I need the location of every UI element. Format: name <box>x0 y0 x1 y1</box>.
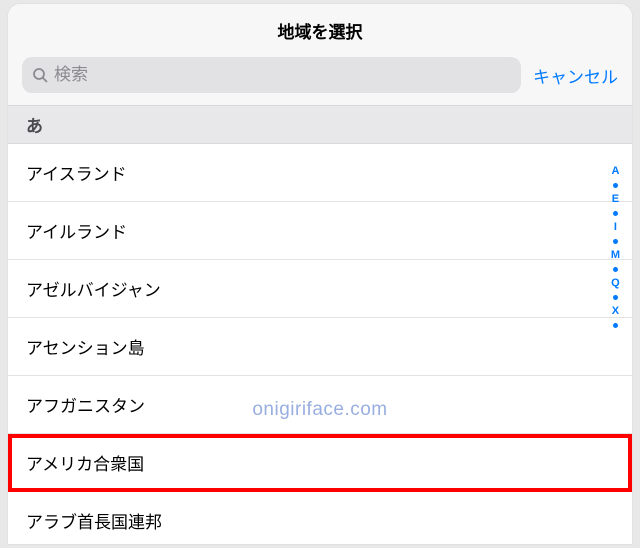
list-item[interactable]: アラブ首長国連邦 <box>8 492 632 544</box>
list-item[interactable]: アセンション島 <box>8 318 632 376</box>
search-row: キャンセル <box>8 53 632 105</box>
search-box[interactable] <box>22 57 521 93</box>
list-item[interactable]: アフガニスタン <box>8 376 632 434</box>
index-letter[interactable]: E <box>608 192 623 207</box>
list-item-label: アメリカ合衆国 <box>26 455 144 474</box>
list-item[interactable]: アゼルバイジャン <box>8 260 632 318</box>
list-item[interactable]: アイルランド <box>8 202 632 260</box>
list-item-label: アラブ首長国連邦 <box>26 513 162 532</box>
list-item-label: アゼルバイジャン <box>26 281 161 300</box>
page-title: 地域を選択 <box>8 18 632 43</box>
search-icon <box>32 67 48 83</box>
index-letter[interactable]: X <box>608 304 623 319</box>
list-item-highlighted[interactable]: アメリカ合衆国 <box>8 434 632 492</box>
list-item[interactable]: アイスランド <box>8 144 632 202</box>
list-item-label: アイルランド <box>26 223 127 242</box>
modal-header: 地域を選択 <box>8 4 632 53</box>
index-letter[interactable]: M <box>607 248 624 263</box>
alphabet-index-bar[interactable]: A E I M Q X <box>607 164 624 328</box>
index-letter[interactable]: I <box>610 220 621 235</box>
index-letter[interactable]: A <box>607 164 623 179</box>
index-dot-icon <box>613 239 618 244</box>
section-header: あ <box>8 105 632 144</box>
index-dot-icon <box>613 323 618 328</box>
cancel-button[interactable]: キャンセル <box>533 63 618 88</box>
index-dot-icon <box>613 211 618 216</box>
list-item-label: アイスランド <box>26 165 127 184</box>
region-list: アイスランド アイルランド アゼルバイジャン アセンション島 アフガニスタン ア… <box>8 144 632 544</box>
index-dot-icon <box>613 183 618 188</box>
region-select-modal: 地域を選択 キャンセル あ アイスランド アイルランド アゼルバイジャン アセン… <box>8 4 632 544</box>
index-dot-icon <box>613 267 618 272</box>
list-item-label: アフガニスタン <box>26 397 145 416</box>
list-item-label: アセンション島 <box>26 339 145 358</box>
search-input[interactable] <box>54 65 511 85</box>
index-letter[interactable]: Q <box>607 276 624 291</box>
index-dot-icon <box>613 295 618 300</box>
